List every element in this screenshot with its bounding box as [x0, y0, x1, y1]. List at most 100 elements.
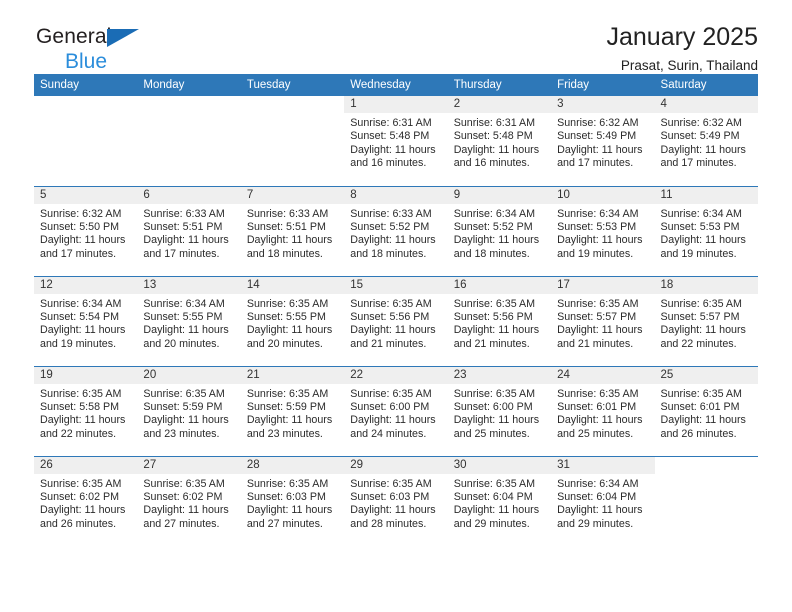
- page-header: General Blue January 2025 Prasat, Surin,…: [34, 0, 758, 74]
- calendar-day-cell[interactable]: 15 Sunrise: 6:35 AM Sunset: 5:56 PM Dayligh…: [344, 275, 448, 366]
- calendar-day-cell[interactable]: 5 Sunrise: 6:32 AM Sunset: 5:50 PM Daylight…: [34, 185, 138, 276]
- daylight-text-line2: and 20 minutes.: [246, 337, 323, 350]
- calendar-day-cell[interactable]: 26 Sunrise: 6:35 AM Sunset: 6:02 PM Dayligh…: [34, 455, 138, 546]
- generalblue-logo: General Blue: [36, 26, 236, 78]
- calendar-day-cell[interactable]: 1 Sunrise: 6:31 AM Sunset: 5:48 PM Daylight…: [344, 96, 448, 186]
- daylight-text-line2: and 19 minutes.: [40, 337, 117, 350]
- day-number: 20: [137, 366, 241, 384]
- day-number: 22: [344, 366, 448, 384]
- sunrise-text: Sunrise: 6:35 AM: [453, 297, 536, 310]
- title-block: January 2025 Prasat, Surin, Thailand: [606, 22, 758, 76]
- day-number: 24: [551, 366, 655, 384]
- day-number: 14: [240, 276, 345, 294]
- calendar-day-cell[interactable]: 24 Sunrise: 6:35 AM Sunset: 6:01 PM Dayligh…: [551, 365, 655, 456]
- day-details: Sunrise: 6:35 AM Sunset: 5:56 PM Daylight:…: [448, 294, 551, 352]
- day-number: 10: [551, 186, 655, 204]
- calendar-cell-inner: 9 Sunrise: 6:34 AM Sunset: 5:52 PM Daylight…: [447, 186, 552, 275]
- day-details: Sunrise: 6:35 AM Sunset: 5:56 PM Daylight:…: [344, 294, 447, 352]
- daylight-text-line2: and 22 minutes.: [40, 427, 117, 440]
- day-details: Sunrise: 6:34 AM Sunset: 5:52 PM Daylight:…: [448, 204, 551, 262]
- day-number: 27: [137, 456, 241, 474]
- sunset-text: Sunset: 5:56 PM: [453, 310, 533, 323]
- calendar-day-cell[interactable]: 23 Sunrise: 6:35 AM Sunset: 6:00 PM Dayligh…: [447, 365, 552, 456]
- daylight-text-line1: Daylight: 11 hours: [246, 324, 333, 337]
- day-details: Sunrise: 6:35 AM Sunset: 5:57 PM Daylight:…: [551, 294, 654, 352]
- daylight-text-line1: Daylight: 11 hours: [40, 504, 126, 517]
- sunset-text: Sunset: 6:04 PM: [557, 490, 637, 503]
- day-details: Sunrise: 6:35 AM Sunset: 6:04 PM Daylight:…: [448, 474, 551, 532]
- sunrise-text: Sunrise: 6:35 AM: [143, 477, 225, 490]
- calendar-cell-inner: 13 Sunrise: 6:34 AM Sunset: 5:55 PM Dayligh…: [137, 276, 241, 365]
- day-details: Sunrise: 6:31 AM Sunset: 5:48 PM Daylight:…: [344, 113, 447, 171]
- calendar-day-cell[interactable]: 28 Sunrise: 6:35 AM Sunset: 6:03 PM Dayligh…: [240, 455, 345, 546]
- sunset-text: Sunset: 6:01 PM: [557, 400, 637, 413]
- calendar-day-cell[interactable]: 22 Sunrise: 6:35 AM Sunset: 6:00 PM Dayligh…: [344, 365, 448, 456]
- daylight-text-line1: Daylight: 11 hours: [557, 324, 643, 337]
- day-details: Sunrise: 6:35 AM Sunset: 6:01 PM Daylight:…: [551, 384, 654, 442]
- sunrise-text: Sunrise: 6:35 AM: [246, 387, 329, 400]
- daylight-text-line2: and 29 minutes.: [557, 517, 634, 530]
- calendar-day-cell[interactable]: 7 Sunrise: 6:33 AM Sunset: 5:51 PM Daylight…: [240, 185, 345, 276]
- calendar-day-cell[interactable]: 25 Sunrise: 6:35 AM Sunset: 6:01 PM Dayligh…: [654, 365, 758, 456]
- calendar-day-cell[interactable]: 11 Sunrise: 6:34 AM Sunset: 5:53 PM Dayligh…: [654, 185, 758, 276]
- calendar-day-cell[interactable]: 27 Sunrise: 6:35 AM Sunset: 6:02 PM Dayligh…: [137, 455, 241, 546]
- calendar-cell-inner: 21 Sunrise: 6:35 AM Sunset: 5:59 PM Dayligh…: [240, 366, 345, 455]
- day-number: 15: [344, 276, 448, 294]
- calendar-day-cell[interactable]: 17 Sunrise: 6:35 AM Sunset: 5:57 PM Dayligh…: [551, 275, 655, 366]
- calendar-week-row: 19 Sunrise: 6:35 AM Sunset: 5:58 PM Dayligh…: [34, 365, 758, 456]
- calendar-day-cell[interactable]: 4 Sunrise: 6:32 AM Sunset: 5:49 PM Daylight…: [654, 96, 758, 186]
- calendar-day-cell[interactable]: 3 Sunrise: 6:32 AM Sunset: 5:49 PM Daylight…: [551, 96, 655, 186]
- sunrise-text: Sunrise: 6:32 AM: [660, 117, 742, 129]
- day-number: [241, 96, 344, 113]
- logo-general-label: General: [36, 25, 112, 48]
- calendar-day-cell[interactable]: 20 Sunrise: 6:35 AM Sunset: 5:59 PM Dayligh…: [137, 365, 241, 456]
- sunrise-text: Sunrise: 6:32 AM: [40, 207, 122, 220]
- calendar-cell-inner: [34, 96, 137, 184]
- calendar-day-cell[interactable]: 16 Sunrise: 6:35 AM Sunset: 5:56 PM Dayligh…: [447, 275, 552, 366]
- calendar-day-cell[interactable]: 9 Sunrise: 6:34 AM Sunset: 5:52 PM Daylight…: [447, 185, 552, 276]
- calendar-cell-inner: 19 Sunrise: 6:35 AM Sunset: 5:58 PM Dayligh…: [34, 366, 138, 455]
- calendar-day-cell[interactable]: 18 Sunrise: 6:35 AM Sunset: 5:57 PM Dayligh…: [654, 275, 758, 366]
- daylight-text-line2: and 20 minutes.: [143, 337, 220, 350]
- sunset-text: Sunset: 5:52 PM: [453, 220, 533, 233]
- sunset-text: Sunset: 5:53 PM: [660, 220, 740, 233]
- daylight-text-line1: Daylight: 11 hours: [557, 143, 643, 156]
- sunrise-text: Sunrise: 6:35 AM: [350, 387, 432, 400]
- daylight-text-line1: Daylight: 11 hours: [350, 234, 436, 247]
- calendar-day-cell[interactable]: 14 Sunrise: 6:35 AM Sunset: 5:55 PM Dayligh…: [240, 275, 345, 366]
- calendar-day-cell[interactable]: 19 Sunrise: 6:35 AM Sunset: 5:58 PM Dayligh…: [34, 365, 138, 456]
- sunset-text: Sunset: 5:48 PM: [350, 130, 430, 143]
- calendar-day-cell[interactable]: 2 Sunrise: 6:31 AM Sunset: 5:48 PM Daylight…: [447, 96, 552, 186]
- calendar-day-cell[interactable]: 30 Sunrise: 6:35 AM Sunset: 6:04 PM Dayligh…: [447, 455, 552, 546]
- sunset-text: Sunset: 6:02 PM: [143, 490, 223, 503]
- daylight-text-line2: and 19 minutes.: [557, 247, 634, 260]
- daylight-text-line2: and 17 minutes.: [40, 247, 117, 260]
- calendar-day-cell[interactable]: 29 Sunrise: 6:35 AM Sunset: 6:03 PM Dayligh…: [344, 455, 448, 546]
- calendar-day-cell[interactable]: 31 Sunrise: 6:34 AM Sunset: 6:04 PM Dayligh…: [551, 455, 655, 546]
- calendar-week-row: 26 Sunrise: 6:35 AM Sunset: 6:02 PM Dayligh…: [34, 455, 758, 546]
- calendar-cell-inner: 15 Sunrise: 6:35 AM Sunset: 5:56 PM Dayligh…: [344, 276, 448, 365]
- day-number: 9: [447, 186, 552, 204]
- calendar-day-cell[interactable]: 21 Sunrise: 6:35 AM Sunset: 5:59 PM Dayligh…: [240, 365, 345, 456]
- calendar-day-cell[interactable]: 13 Sunrise: 6:34 AM Sunset: 5:55 PM Dayligh…: [137, 275, 241, 366]
- calendar-day-cell[interactable]: 8 Sunrise: 6:33 AM Sunset: 5:52 PM Daylight…: [344, 185, 448, 276]
- daylight-text-line2: and 17 minutes.: [660, 157, 737, 170]
- calendar-cell-inner: 26 Sunrise: 6:35 AM Sunset: 6:02 PM Dayligh…: [34, 456, 138, 545]
- day-details: Sunrise: 6:35 AM Sunset: 6:03 PM Daylight:…: [344, 474, 447, 532]
- day-details: Sunrise: 6:35 AM Sunset: 5:59 PM Daylight:…: [137, 384, 240, 442]
- daylight-text-line2: and 27 minutes.: [143, 517, 220, 530]
- calendar-cell-inner: [137, 96, 240, 184]
- daylight-text-line1: Daylight: 11 hours: [660, 324, 746, 337]
- calendar-cell-empty: [241, 96, 344, 186]
- daylight-text-line2: and 23 minutes.: [143, 427, 220, 440]
- sunrise-text: Sunrise: 6:31 AM: [350, 117, 432, 129]
- daylight-text-line2: and 28 minutes.: [350, 517, 427, 530]
- calendar-day-cell[interactable]: 6 Sunrise: 6:33 AM Sunset: 5:51 PM Daylight…: [137, 185, 241, 276]
- calendar-day-cell[interactable]: 12 Sunrise: 6:34 AM Sunset: 5:54 PM Dayligh…: [34, 275, 138, 366]
- sunrise-text: Sunrise: 6:35 AM: [660, 387, 742, 400]
- calendar-cell-inner: 8 Sunrise: 6:33 AM Sunset: 5:52 PM Daylight…: [344, 186, 448, 275]
- sunrise-text: Sunrise: 6:35 AM: [660, 297, 742, 310]
- daylight-text-line1: Daylight: 11 hours: [557, 234, 643, 247]
- calendar-day-cell[interactable]: 10 Sunrise: 6:34 AM Sunset: 5:53 PM Dayligh…: [551, 185, 655, 276]
- sunset-text: Sunset: 5:57 PM: [660, 310, 740, 323]
